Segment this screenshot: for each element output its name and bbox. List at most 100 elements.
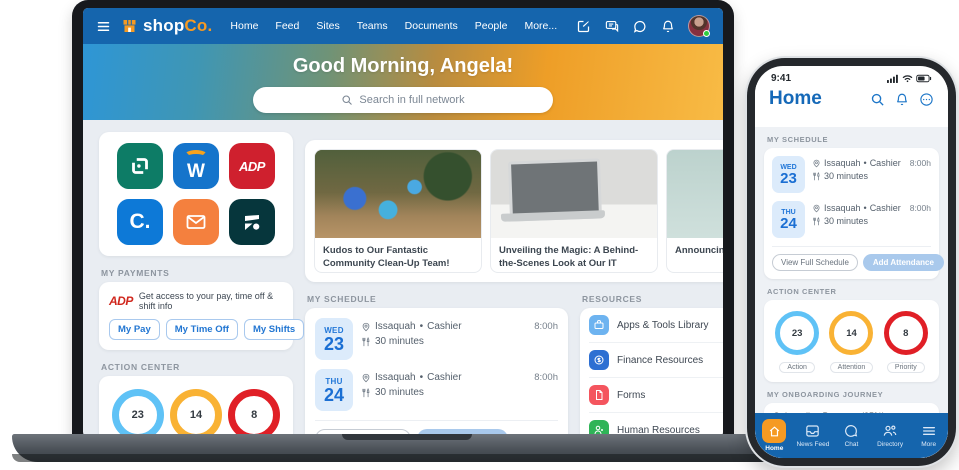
- action-center-section-title: ACTION CENTER: [755, 279, 948, 300]
- resource-forms[interactable]: Forms›: [589, 378, 723, 413]
- priority-count-ring: 8: [884, 311, 928, 355]
- break-duration: 30 minutes: [375, 387, 424, 398]
- hamburger-menu-icon[interactable]: [96, 19, 111, 34]
- more-options-icon[interactable]: [919, 92, 934, 107]
- tab-more[interactable]: More: [909, 423, 948, 448]
- meal-break-icon: [361, 337, 371, 347]
- my-time-off-button[interactable]: My Time Off: [166, 319, 238, 340]
- schedule-entry-thu[interactable]: THU24 Issaquah•Cashier 8:00h 30 minutes: [772, 201, 931, 238]
- right-region: Kudos to Our Fantastic Community Clean-U…: [305, 132, 723, 437]
- wifi-icon: [902, 74, 913, 83]
- action-center-card: 23 Action 14 Attention 8 Priority: [764, 300, 939, 382]
- user-avatar[interactable]: [688, 15, 710, 37]
- bell-icon[interactable]: [895, 92, 909, 107]
- priority-ring-item[interactable]: 8 Priority: [228, 389, 280, 437]
- tab-home[interactable]: Home: [755, 419, 794, 452]
- date-badge: THU 24: [315, 369, 353, 411]
- battery-icon: [916, 74, 932, 83]
- app-tile-concur[interactable]: C.: [117, 199, 163, 245]
- nav-item-sites[interactable]: Sites: [316, 20, 339, 32]
- schedule-entry-wed[interactable]: WED23 Issaquah•Cashier 8:00h 30 minutes: [772, 156, 931, 193]
- action-ring-item[interactable]: 23 Action: [112, 389, 164, 437]
- resource-finance[interactable]: Finance Resources›: [589, 343, 723, 378]
- shift-hours: 8:00h: [534, 321, 558, 332]
- meal-break-icon: [361, 388, 371, 398]
- dollar-coin-icon: [589, 350, 609, 370]
- action-count-ring: 23: [112, 389, 164, 437]
- meal-break-icon: [812, 217, 821, 226]
- search-placeholder: Search in full network: [359, 94, 464, 106]
- app-tile-workday[interactable]: W: [173, 143, 219, 189]
- break-duration: 30 minutes: [824, 171, 868, 181]
- my-pay-button[interactable]: My Pay: [109, 319, 160, 340]
- my-shifts-button[interactable]: My Shifts: [244, 319, 304, 340]
- schedule-column: MY SCHEDULE WED 23: [305, 282, 568, 437]
- people-icon: [881, 423, 899, 439]
- phone-screen: 9:41 Home MY SCHEDUL: [755, 66, 948, 458]
- location-pin-icon: [361, 373, 371, 383]
- more-lines-icon: [921, 423, 937, 439]
- schedule-entry-wed[interactable]: WED 23 Issaquah•Cashier 8:00h: [315, 318, 558, 360]
- action-label: Action: [779, 362, 814, 373]
- priority-ring-item[interactable]: 8 Priority: [884, 311, 928, 373]
- app-tile-mail[interactable]: [173, 199, 219, 245]
- zendesk-glyph: [240, 210, 264, 234]
- network-search-input[interactable]: Search in full network: [253, 87, 553, 113]
- workday-arc: [184, 150, 208, 162]
- tab-directory[interactable]: Directory: [871, 423, 910, 448]
- status-bar: 9:41: [755, 66, 948, 85]
- nav-item-people[interactable]: People: [475, 20, 508, 32]
- page-title: Home: [769, 88, 870, 110]
- nav-item-more[interactable]: More...: [524, 20, 557, 32]
- canvas: shopCo. Home Feed Sites Teams Documents …: [0, 0, 959, 470]
- tab-chat[interactable]: Chat: [832, 423, 871, 448]
- document-icon: [589, 385, 609, 405]
- payments-card: ADP Get access to your pay, time off & s…: [99, 282, 293, 350]
- laptop-screen-content: shopCo. Home Feed Sites Teams Documents …: [83, 8, 723, 437]
- compose-icon[interactable]: [576, 19, 591, 34]
- payments-description: Get access to your pay, time off & shift…: [139, 291, 283, 311]
- forum-icon[interactable]: [604, 19, 620, 34]
- nav-action-icons: [576, 15, 710, 37]
- news-card-cleanup[interactable]: Kudos to Our Fantastic Community Clean-U…: [314, 149, 482, 273]
- action-ring-item[interactable]: 23 Action: [775, 311, 819, 373]
- search-icon: [341, 94, 353, 106]
- chat-bubble-icon: [843, 423, 859, 439]
- news-feed-icon: [804, 423, 821, 439]
- nav-links: Home Feed Sites Teams Documents People M…: [230, 20, 566, 32]
- schedule-card: WED23 Issaquah•Cashier 8:00h 30 minutes: [764, 148, 939, 279]
- tab-news-feed[interactable]: News Feed: [794, 423, 833, 448]
- nav-item-home[interactable]: Home: [230, 20, 258, 32]
- break-duration: 30 minutes: [375, 336, 424, 347]
- news-card-it-department[interactable]: Unveiling the Magic: A Behind-the-Scenes…: [490, 149, 658, 273]
- app-tile-zendesk[interactable]: [229, 199, 275, 245]
- storefront-icon: [121, 18, 138, 34]
- app-tile-beekeeper[interactable]: [117, 143, 163, 189]
- news-card-announcing-updates[interactable]: Announcing Updates!: [666, 149, 723, 273]
- add-attendance-button[interactable]: Add Attendance: [863, 254, 944, 271]
- meal-break-icon: [812, 172, 821, 181]
- shift-hours: 8:00h: [910, 203, 931, 213]
- search-icon[interactable]: [870, 92, 885, 107]
- nav-item-documents[interactable]: Documents: [405, 20, 458, 32]
- chat-icon[interactable]: [633, 19, 648, 34]
- resources-card: Apps & Tools Library› Finance Resources›: [580, 308, 723, 437]
- news-title: Kudos to Our Fantastic Community Clean-U…: [315, 238, 481, 273]
- resource-apps-tools[interactable]: Apps & Tools Library›: [589, 308, 723, 343]
- bell-icon[interactable]: [661, 19, 675, 34]
- attention-label: Attention: [830, 362, 874, 373]
- date-badge: WED23: [772, 156, 805, 193]
- nav-item-feed[interactable]: Feed: [275, 20, 299, 32]
- resources-column: RESOURCES Apps & Tools Library›: [580, 282, 723, 437]
- quick-apps-card: W ADP C.: [99, 132, 293, 256]
- logo-text: shopCo.: [143, 16, 212, 36]
- schedule-entry-thu[interactable]: THU 24 Issaquah•Cashier 8:00h: [315, 369, 558, 411]
- attention-ring-item[interactable]: 14 Attention: [169, 389, 223, 437]
- view-full-schedule-button[interactable]: View Full Schedule: [772, 254, 858, 271]
- shopco-logo[interactable]: shopCo.: [121, 16, 212, 36]
- resources-section-title: RESOURCES: [582, 294, 723, 304]
- news-image-community-cleanup: [315, 150, 481, 238]
- attention-ring-item[interactable]: 14 Attention: [829, 311, 873, 373]
- nav-item-teams[interactable]: Teams: [357, 20, 388, 32]
- app-tile-adp[interactable]: ADP: [229, 143, 275, 189]
